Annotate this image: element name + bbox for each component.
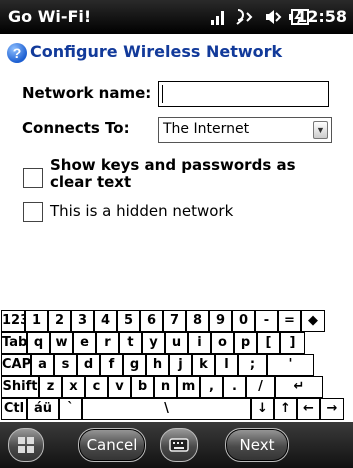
key-row2-8[interactable]: i <box>188 332 211 354</box>
key-row1-5[interactable]: 5 <box>117 310 140 332</box>
key-row1-0[interactable]: 123 <box>1 310 29 332</box>
key-row1-10[interactable]: 0 <box>232 310 255 332</box>
key-row1-4[interactable]: 4 <box>94 310 117 332</box>
key-row3-0[interactable]: CAP <box>1 354 31 376</box>
speaker-icon <box>266 10 282 24</box>
text-caret <box>162 85 163 103</box>
key-row2-0[interactable]: Tab <box>1 332 27 354</box>
key-row4-9[interactable]: . <box>223 376 246 398</box>
status-bar: Go Wi-Fi! 12:58 <box>0 0 353 34</box>
network-name-label: Network name: <box>22 84 152 102</box>
key-row2-12[interactable]: ] <box>280 332 305 354</box>
key-row1-12[interactable]: = <box>278 310 301 332</box>
key-row5-2[interactable]: ` <box>59 398 82 420</box>
help-icon[interactable]: ? <box>7 43 27 63</box>
key-row5-3[interactable]: \ <box>82 398 251 420</box>
key-row5-4[interactable]: ↓ <box>251 398 274 420</box>
key-row3-1[interactable]: a <box>31 354 54 376</box>
key-row1-13[interactable]: ◆ <box>301 310 325 332</box>
roaming-data-icon <box>236 9 253 25</box>
soft-keyboard: 123 1 2 3 4 5 6 7 8 9 0- = ◆ Tab q w e r t y u i o p[] CAP a s d f g h… <box>0 310 353 422</box>
carrier-name: Go Wi-Fi! <box>8 7 92 26</box>
show-keys-label[interactable]: Show keys and passwords as clear text <box>50 157 340 191</box>
key-row5-1[interactable]: áü <box>27 398 59 420</box>
next-button[interactable]: Next <box>225 428 289 462</box>
key-row3-9[interactable]: l <box>215 354 238 376</box>
key-row1-3[interactable]: 3 <box>71 310 94 332</box>
key-row5-6[interactable]: ← <box>297 398 320 420</box>
key-row4-5[interactable]: b <box>131 376 154 398</box>
start-button[interactable] <box>8 428 44 462</box>
key-row5-0[interactable]: Ctl <box>1 398 27 420</box>
show-keys-checkbox[interactable] <box>23 168 43 188</box>
key-row3-2[interactable]: s <box>54 354 77 376</box>
key-row2-6[interactable]: y <box>142 332 165 354</box>
key-row3-10[interactable]: ; <box>238 354 267 376</box>
key-row3-3[interactable]: d <box>77 354 100 376</box>
key-row2-7[interactable]: u <box>165 332 188 354</box>
key-row1-6[interactable]: 6 <box>140 310 163 332</box>
key-row2-4[interactable]: r <box>96 332 119 354</box>
connects-to-label: Connects To: <box>22 119 130 137</box>
connects-to-value: The Internet <box>163 121 250 137</box>
key-row3-5[interactable]: g <box>123 354 146 376</box>
hidden-network-checkbox[interactable] <box>23 202 43 222</box>
dropdown-arrow-icon[interactable]: ▼ <box>313 121 328 139</box>
key-row1-7[interactable]: 7 <box>163 310 186 332</box>
network-name-input[interactable] <box>158 81 329 107</box>
key-row4-11[interactable]: ↵ <box>275 376 323 398</box>
clock[interactable]: 12:58 <box>296 7 347 26</box>
cancel-button[interactable]: Cancel <box>78 428 146 462</box>
key-row4-7[interactable]: m <box>177 376 200 398</box>
connects-to-select[interactable]: The Internet ▼ <box>158 117 332 143</box>
key-row2-9[interactable]: o <box>211 332 234 354</box>
key-row1-11[interactable]: - <box>255 310 278 332</box>
key-row4-2[interactable]: x <box>62 376 85 398</box>
key-row2-5[interactable]: t <box>119 332 142 354</box>
key-row3-7[interactable]: j <box>169 354 192 376</box>
key-row5-5[interactable]: ↑ <box>274 398 297 420</box>
key-row3-6[interactable]: h <box>146 354 169 376</box>
key-row1-1[interactable]: 1 <box>25 310 48 332</box>
signal-icon <box>211 11 224 25</box>
key-row4-6[interactable]: n <box>154 376 177 398</box>
key-row3-4[interactable]: f <box>100 354 123 376</box>
page-title: Configure Wireless Network <box>30 42 283 61</box>
key-row5-7[interactable]: → <box>320 398 344 420</box>
keyboard-icon <box>169 438 189 452</box>
key-row1-9[interactable]: 9 <box>209 310 232 332</box>
keyboard-toggle-button[interactable] <box>160 428 198 462</box>
page-header: ? Configure Wireless Network <box>0 34 353 70</box>
key-row4-10[interactable]: / <box>246 376 275 398</box>
key-row2-10[interactable]: p <box>234 332 257 354</box>
windows-start-icon <box>18 437 34 453</box>
key-row2-1[interactable]: q <box>27 332 50 354</box>
key-row3-11[interactable]: ' <box>267 354 314 376</box>
status-icons[interactable] <box>210 6 310 28</box>
key-row4-0[interactable]: Shift <box>1 376 39 398</box>
key-row1-2[interactable]: 2 <box>48 310 71 332</box>
key-row2-2[interactable]: w <box>50 332 73 354</box>
key-row1-8[interactable]: 8 <box>186 310 209 332</box>
hidden-network-label[interactable]: This is a hidden network <box>50 202 233 220</box>
key-row4-1[interactable]: z <box>39 376 62 398</box>
key-row4-8[interactable]: , <box>200 376 223 398</box>
soft-key-bar: Cancel Next <box>0 422 353 468</box>
key-row3-8[interactable]: k <box>192 354 215 376</box>
key-row2-3[interactable]: e <box>73 332 96 354</box>
key-row4-3[interactable]: c <box>85 376 108 398</box>
key-row4-4[interactable]: v <box>108 376 131 398</box>
key-row2-11[interactable]: [ <box>257 332 280 354</box>
